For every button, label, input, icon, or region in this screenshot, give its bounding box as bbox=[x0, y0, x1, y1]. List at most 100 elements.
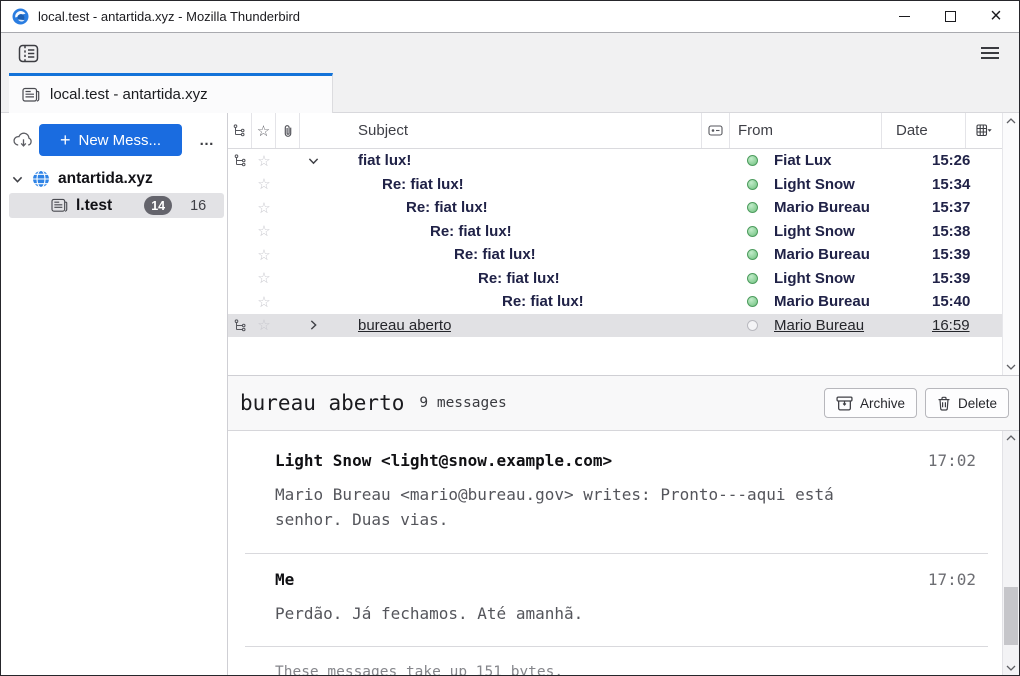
date-text: 15:40 bbox=[918, 293, 970, 310]
status-dot bbox=[747, 226, 758, 237]
folder-name: l.test bbox=[76, 197, 112, 215]
date-text: 15:37 bbox=[918, 199, 970, 216]
attachment-cell bbox=[276, 267, 300, 291]
subject-cell: Re: fiat lux! bbox=[300, 243, 738, 267]
archive-button[interactable]: Archive bbox=[824, 388, 917, 418]
column-picker-icon[interactable] bbox=[966, 113, 1002, 148]
archive-icon bbox=[836, 396, 853, 411]
date-cell: 15:39 bbox=[918, 243, 1002, 267]
date-text: 15:34 bbox=[918, 176, 970, 193]
chevron-down-icon[interactable] bbox=[11, 173, 24, 186]
star-icon[interactable]: ☆ bbox=[252, 173, 276, 197]
star-icon[interactable]: ☆ bbox=[252, 290, 276, 314]
thread-cell bbox=[228, 220, 252, 244]
date-column-header[interactable]: Date bbox=[882, 113, 966, 148]
thread-cell bbox=[228, 243, 252, 267]
message-body: Mario Bureau <mario@bureau.gov> writes: … bbox=[275, 483, 843, 533]
scroll-down-icon bbox=[1006, 665, 1016, 671]
star-icon[interactable]: ☆ bbox=[252, 243, 276, 267]
unread-dot bbox=[738, 173, 766, 197]
thread-title: bureau aberto bbox=[240, 391, 404, 415]
scrollbar-thumb[interactable] bbox=[1004, 587, 1018, 645]
message-row[interactable]: ☆Re: fiat lux!Light Snow15:38 bbox=[228, 220, 1002, 244]
attachment-column-icon[interactable] bbox=[276, 113, 300, 148]
twisty-collapsed-icon[interactable] bbox=[307, 319, 320, 332]
close-button[interactable]: × bbox=[973, 1, 1019, 32]
star-glyph: ☆ bbox=[257, 246, 270, 264]
message-row[interactable]: ☆ Re: fiat lux! Mario Bureau 15:40 bbox=[228, 290, 1002, 314]
account-row-antartida[interactable]: antartida.xyz bbox=[1, 166, 227, 192]
unread-dot bbox=[738, 290, 766, 314]
message-pane: Light Snow <light@snow.example.com> 17:02… bbox=[228, 431, 1019, 675]
date-cell: 15:34 bbox=[918, 173, 1002, 197]
attachment-cell bbox=[276, 290, 300, 314]
folder-row-ltest[interactable]: l.test 14 16 bbox=[9, 193, 224, 218]
message-body: Perdão. Já fechamos. Até amanhã. bbox=[275, 602, 843, 627]
thread-pane: ☆ Subject From Date bbox=[228, 113, 1019, 375]
subject-column-header[interactable]: Subject bbox=[300, 113, 702, 148]
attachment-cell bbox=[276, 243, 300, 267]
newsgroup-icon bbox=[51, 198, 68, 213]
newspaper-icon bbox=[22, 87, 40, 103]
attachment-cell bbox=[276, 220, 300, 244]
new-message-button[interactable]: + New Mess... bbox=[39, 124, 182, 156]
globe-icon bbox=[31, 169, 51, 189]
folder-pane-options-icon[interactable]: … bbox=[193, 130, 221, 151]
app-menu-icon[interactable] bbox=[977, 41, 1003, 65]
message-header[interactable]: Light Snow <light@snow.example.com> 17:02 bbox=[275, 451, 976, 470]
star-icon[interactable]: ☆ bbox=[252, 220, 276, 244]
from-text: Mario Bureau bbox=[766, 199, 870, 216]
attachment-cell bbox=[276, 149, 300, 173]
subject-text: bureau aberto bbox=[300, 317, 451, 334]
star-icon[interactable]: ☆ bbox=[252, 314, 276, 338]
subject-text: Re: fiat lux! bbox=[300, 270, 560, 287]
maximize-button[interactable] bbox=[927, 1, 973, 32]
status-dot bbox=[747, 155, 758, 166]
from-cell: Mario Bureau bbox=[766, 314, 918, 338]
thread-column-icon[interactable] bbox=[228, 113, 252, 148]
star-glyph: ☆ bbox=[257, 199, 270, 217]
tab-local-test[interactable]: local.test - antartida.xyz bbox=[9, 73, 333, 113]
message-row[interactable]: ☆Re: fiat lux!Mario Bureau15:39 bbox=[228, 243, 1002, 267]
unread-column-icon[interactable] bbox=[702, 113, 730, 148]
status-dot bbox=[747, 320, 758, 331]
scroll-up-icon bbox=[1006, 435, 1016, 441]
message-row[interactable]: ☆Re: fiat lux!Light Snow15:34 bbox=[228, 173, 1002, 197]
read-dot bbox=[738, 314, 766, 338]
twisty-expanded-icon[interactable] bbox=[307, 154, 320, 167]
subject-text: Re: fiat lux! bbox=[300, 223, 512, 240]
message-list-scrollbar[interactable] bbox=[1002, 113, 1019, 375]
message-row[interactable]: ☆bureau abertoMario Bureau16:59 bbox=[228, 314, 1002, 338]
star-icon[interactable]: ☆ bbox=[252, 149, 276, 173]
star-column-icon[interactable]: ☆ bbox=[252, 113, 276, 148]
status-dot bbox=[747, 249, 758, 260]
subject-text: Re: fiat lux! bbox=[300, 293, 584, 310]
attachment-cell bbox=[276, 196, 300, 220]
message-row[interactable]: ☆Re: fiat lux!Light Snow15:39 bbox=[228, 267, 1002, 291]
get-messages-icon[interactable] bbox=[7, 126, 39, 154]
minimize-button[interactable] bbox=[881, 1, 927, 32]
star-icon[interactable]: ☆ bbox=[252, 267, 276, 291]
unified-toolbar bbox=[1, 33, 1019, 73]
thread-cell bbox=[228, 290, 252, 314]
from-column-header[interactable]: From bbox=[730, 113, 882, 148]
thread-size-note: These messages take up 151 bytes. bbox=[245, 647, 1002, 675]
message-pane-scrollbar[interactable] bbox=[1002, 431, 1019, 675]
from-cell: Mario Bureau bbox=[766, 290, 918, 314]
date-text: 15:39 bbox=[918, 246, 970, 263]
message-row[interactable]: ☆fiat lux!Fiat Lux15:26 bbox=[228, 149, 1002, 173]
subject-cell: Re: fiat lux! bbox=[300, 290, 738, 314]
message-time: 17:02 bbox=[918, 451, 976, 470]
message-header[interactable]: Me17:02 bbox=[275, 570, 976, 589]
star-icon[interactable]: ☆ bbox=[252, 196, 276, 220]
from-cell: Fiat Lux bbox=[766, 149, 918, 173]
from-cell: Light Snow bbox=[766, 220, 918, 244]
star-glyph: ☆ bbox=[257, 293, 270, 311]
message-row[interactable]: ☆Re: fiat lux!Mario Bureau15:37 bbox=[228, 196, 1002, 220]
from-cell: Light Snow bbox=[766, 173, 918, 197]
delete-button[interactable]: Delete bbox=[925, 388, 1009, 418]
message-sender: Light Snow <light@snow.example.com> bbox=[275, 451, 612, 470]
from-text: Mario Bureau bbox=[766, 293, 870, 310]
spaces-toolbar-toggle-icon[interactable] bbox=[13, 39, 43, 67]
tab-bar: local.test - antartida.xyz bbox=[1, 73, 1019, 113]
